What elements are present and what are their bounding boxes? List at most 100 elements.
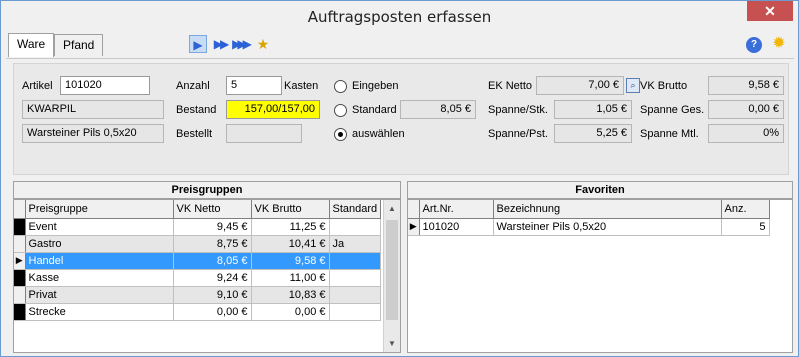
spanne-pst-field: 5,25 € bbox=[554, 124, 632, 143]
table-row[interactable]: ▶ 101020 Warsteiner Pils 0,5x20 5 bbox=[408, 218, 770, 236]
cell-anz: 5 bbox=[721, 218, 770, 236]
preisgruppen-title: Preisgruppen bbox=[13, 181, 401, 199]
spanne-mtl-field: 0% bbox=[708, 124, 784, 143]
close-button[interactable]: ✕ bbox=[747, 1, 793, 21]
favoriten-title: Favoriten bbox=[407, 181, 793, 199]
row-indicator bbox=[14, 218, 26, 236]
cell-preisgruppe: Kasse bbox=[25, 269, 174, 287]
cell-preisgruppe: Gastro bbox=[25, 235, 174, 253]
bestellt-label: Bestellt bbox=[176, 128, 213, 140]
radio-auswaehlen-label: auswählen bbox=[352, 128, 405, 140]
skip-forward-icon[interactable]: ▶▶▶ bbox=[231, 35, 252, 53]
radio-standard-label: Standard bbox=[352, 104, 397, 116]
cell-preisgruppe: Privat bbox=[25, 286, 174, 304]
spanne-ges-field: 0,00 € bbox=[708, 100, 784, 119]
dialog-window: Auftragsposten erfassen ✕ Ware Pfand ▶ ▶… bbox=[0, 0, 799, 357]
cell-standard bbox=[329, 303, 382, 321]
cell-standard bbox=[329, 252, 382, 270]
col-art-nr[interactable]: Art.Nr. bbox=[419, 200, 494, 219]
settings-sun-icon[interactable]: ✹ bbox=[770, 35, 788, 53]
spanne-stk-field: 1,05 € bbox=[554, 100, 632, 119]
cell-vk-brutto: 9,58 € bbox=[251, 252, 330, 270]
cell-vk-netto: 9,45 € bbox=[173, 218, 252, 236]
preisgruppen-grid[interactable]: Preisgruppe VK Netto VK Brutto Standard … bbox=[13, 199, 401, 353]
cell-vk-brutto: 11,25 € bbox=[251, 218, 330, 236]
table-row-selected[interactable]: ▶ Handel 8,05 € 9,58 € bbox=[14, 252, 382, 270]
current-row-arrow-icon: ▶ bbox=[408, 218, 420, 236]
table-row[interactable]: Kasse 9,24 € 11,00 € bbox=[14, 269, 382, 287]
favorite-star-icon[interactable]: ★ bbox=[254, 35, 272, 53]
row-indicator-header bbox=[14, 200, 26, 219]
table-row[interactable]: Gastro 8,75 € 10,41 € Ja bbox=[14, 235, 382, 253]
row-indicator bbox=[14, 286, 26, 304]
bestand-field: 157,00/157,00 bbox=[226, 100, 320, 119]
cell-vk-netto: 0,00 € bbox=[173, 303, 252, 321]
anzahl-label: Anzahl bbox=[176, 80, 210, 92]
fast-forward-icon[interactable]: ▶▶ bbox=[211, 35, 229, 53]
table-row[interactable]: Strecke 0,00 € 0,00 € bbox=[14, 303, 382, 321]
scroll-up-icon[interactable]: ▲ bbox=[384, 200, 400, 217]
anzahl-input[interactable]: 5 bbox=[226, 76, 282, 95]
kasten-label: Kasten bbox=[284, 80, 319, 92]
col-bezeichnung[interactable]: Bezeichnung bbox=[493, 200, 722, 219]
description-field: Warsteiner Pils 0,5x20 bbox=[22, 124, 164, 143]
preisgruppen-scrollbar[interactable]: ▲ ▼ bbox=[383, 200, 400, 352]
article-form: Artikel 101020 KWARPIL Warsteiner Pils 0… bbox=[13, 63, 789, 175]
col-vk-brutto[interactable]: VK Brutto bbox=[251, 200, 330, 219]
cell-vk-brutto: 11,00 € bbox=[251, 269, 330, 287]
cell-preisgruppe: Handel bbox=[25, 252, 174, 270]
radio-eingeben-label: Eingeben bbox=[352, 80, 399, 92]
window-title: Auftragsposten erfassen bbox=[307, 8, 492, 26]
spanne-ges-label: Spanne Ges. bbox=[640, 104, 705, 116]
help-icon[interactable]: ? bbox=[746, 37, 762, 53]
col-vk-netto[interactable]: VK Netto bbox=[173, 200, 252, 219]
cell-vk-brutto: 10,83 € bbox=[251, 286, 330, 304]
vk-brutto-label: VK Brutto bbox=[640, 80, 688, 92]
cell-standard bbox=[329, 286, 382, 304]
row-indicator bbox=[14, 235, 26, 253]
title-bar: Auftragsposten erfassen ✕ bbox=[1, 1, 798, 31]
bestand-label: Bestand bbox=[176, 104, 217, 116]
cell-vk-brutto: 0,00 € bbox=[251, 303, 330, 321]
radio-standard[interactable] bbox=[334, 104, 347, 117]
cell-bezeichnung: Warsteiner Pils 0,5x20 bbox=[493, 218, 722, 236]
cell-preisgruppe: Event bbox=[25, 218, 174, 236]
ek-lookup-icon[interactable]: ⌕ bbox=[626, 78, 640, 93]
spanne-pst-label: Spanne/Pst. bbox=[488, 128, 548, 140]
table-row[interactable]: Privat 9,10 € 10,83 € bbox=[14, 286, 382, 304]
cell-vk-brutto: 10,41 € bbox=[251, 235, 330, 253]
scroll-thumb[interactable] bbox=[386, 220, 398, 320]
radio-auswaehlen[interactable] bbox=[334, 128, 347, 141]
favoriten-panel: Favoriten Art.Nr. Bezeichnung Anz. ▶ 101… bbox=[407, 181, 793, 353]
cell-standard bbox=[329, 269, 382, 287]
tab-pfand[interactable]: Pfand bbox=[54, 34, 104, 56]
col-standard[interactable]: Standard bbox=[329, 200, 382, 219]
cell-standard bbox=[329, 218, 382, 236]
bestellt-field bbox=[226, 124, 302, 143]
preisgruppen-panel: Preisgruppen Preisgruppe VK Netto VK Bru… bbox=[13, 181, 401, 353]
cell-vk-netto: 8,75 € bbox=[173, 235, 252, 253]
ek-netto-label: EK Netto bbox=[488, 80, 533, 92]
artikel-input[interactable]: 101020 bbox=[60, 76, 150, 95]
table-row[interactable]: Event 9,45 € 11,25 € bbox=[14, 218, 382, 236]
cell-vk-netto: 8,05 € bbox=[173, 252, 252, 270]
row-indicator-header bbox=[408, 200, 420, 219]
radio-eingeben[interactable] bbox=[334, 80, 347, 93]
short-name-field: KWARPIL bbox=[22, 100, 164, 119]
vk-brutto-field: 9,58 € bbox=[708, 76, 784, 95]
row-indicator bbox=[14, 303, 26, 321]
row-indicator bbox=[14, 269, 26, 287]
spanne-stk-label: Spanne/Stk. bbox=[488, 104, 548, 116]
tab-ware[interactable]: Ware bbox=[8, 33, 55, 57]
toolbar: Ware Pfand ▶ ▶▶ ▶▶▶ ★ ? ✹ bbox=[6, 31, 794, 59]
cell-art-nr: 101020 bbox=[419, 218, 494, 236]
col-anz[interactable]: Anz. bbox=[721, 200, 770, 219]
current-row-arrow-icon: ▶ bbox=[14, 252, 26, 270]
col-preisgruppe[interactable]: Preisgruppe bbox=[25, 200, 174, 219]
favoriten-grid[interactable]: Art.Nr. Bezeichnung Anz. ▶ 101020 Warste… bbox=[407, 199, 793, 353]
cell-vk-netto: 9,10 € bbox=[173, 286, 252, 304]
play-icon[interactable]: ▶ bbox=[189, 35, 207, 53]
scroll-down-icon[interactable]: ▼ bbox=[384, 335, 400, 352]
ek-netto-field: 7,00 € bbox=[536, 76, 624, 95]
spanne-mtl-label: Spanne Mtl. bbox=[640, 128, 699, 140]
